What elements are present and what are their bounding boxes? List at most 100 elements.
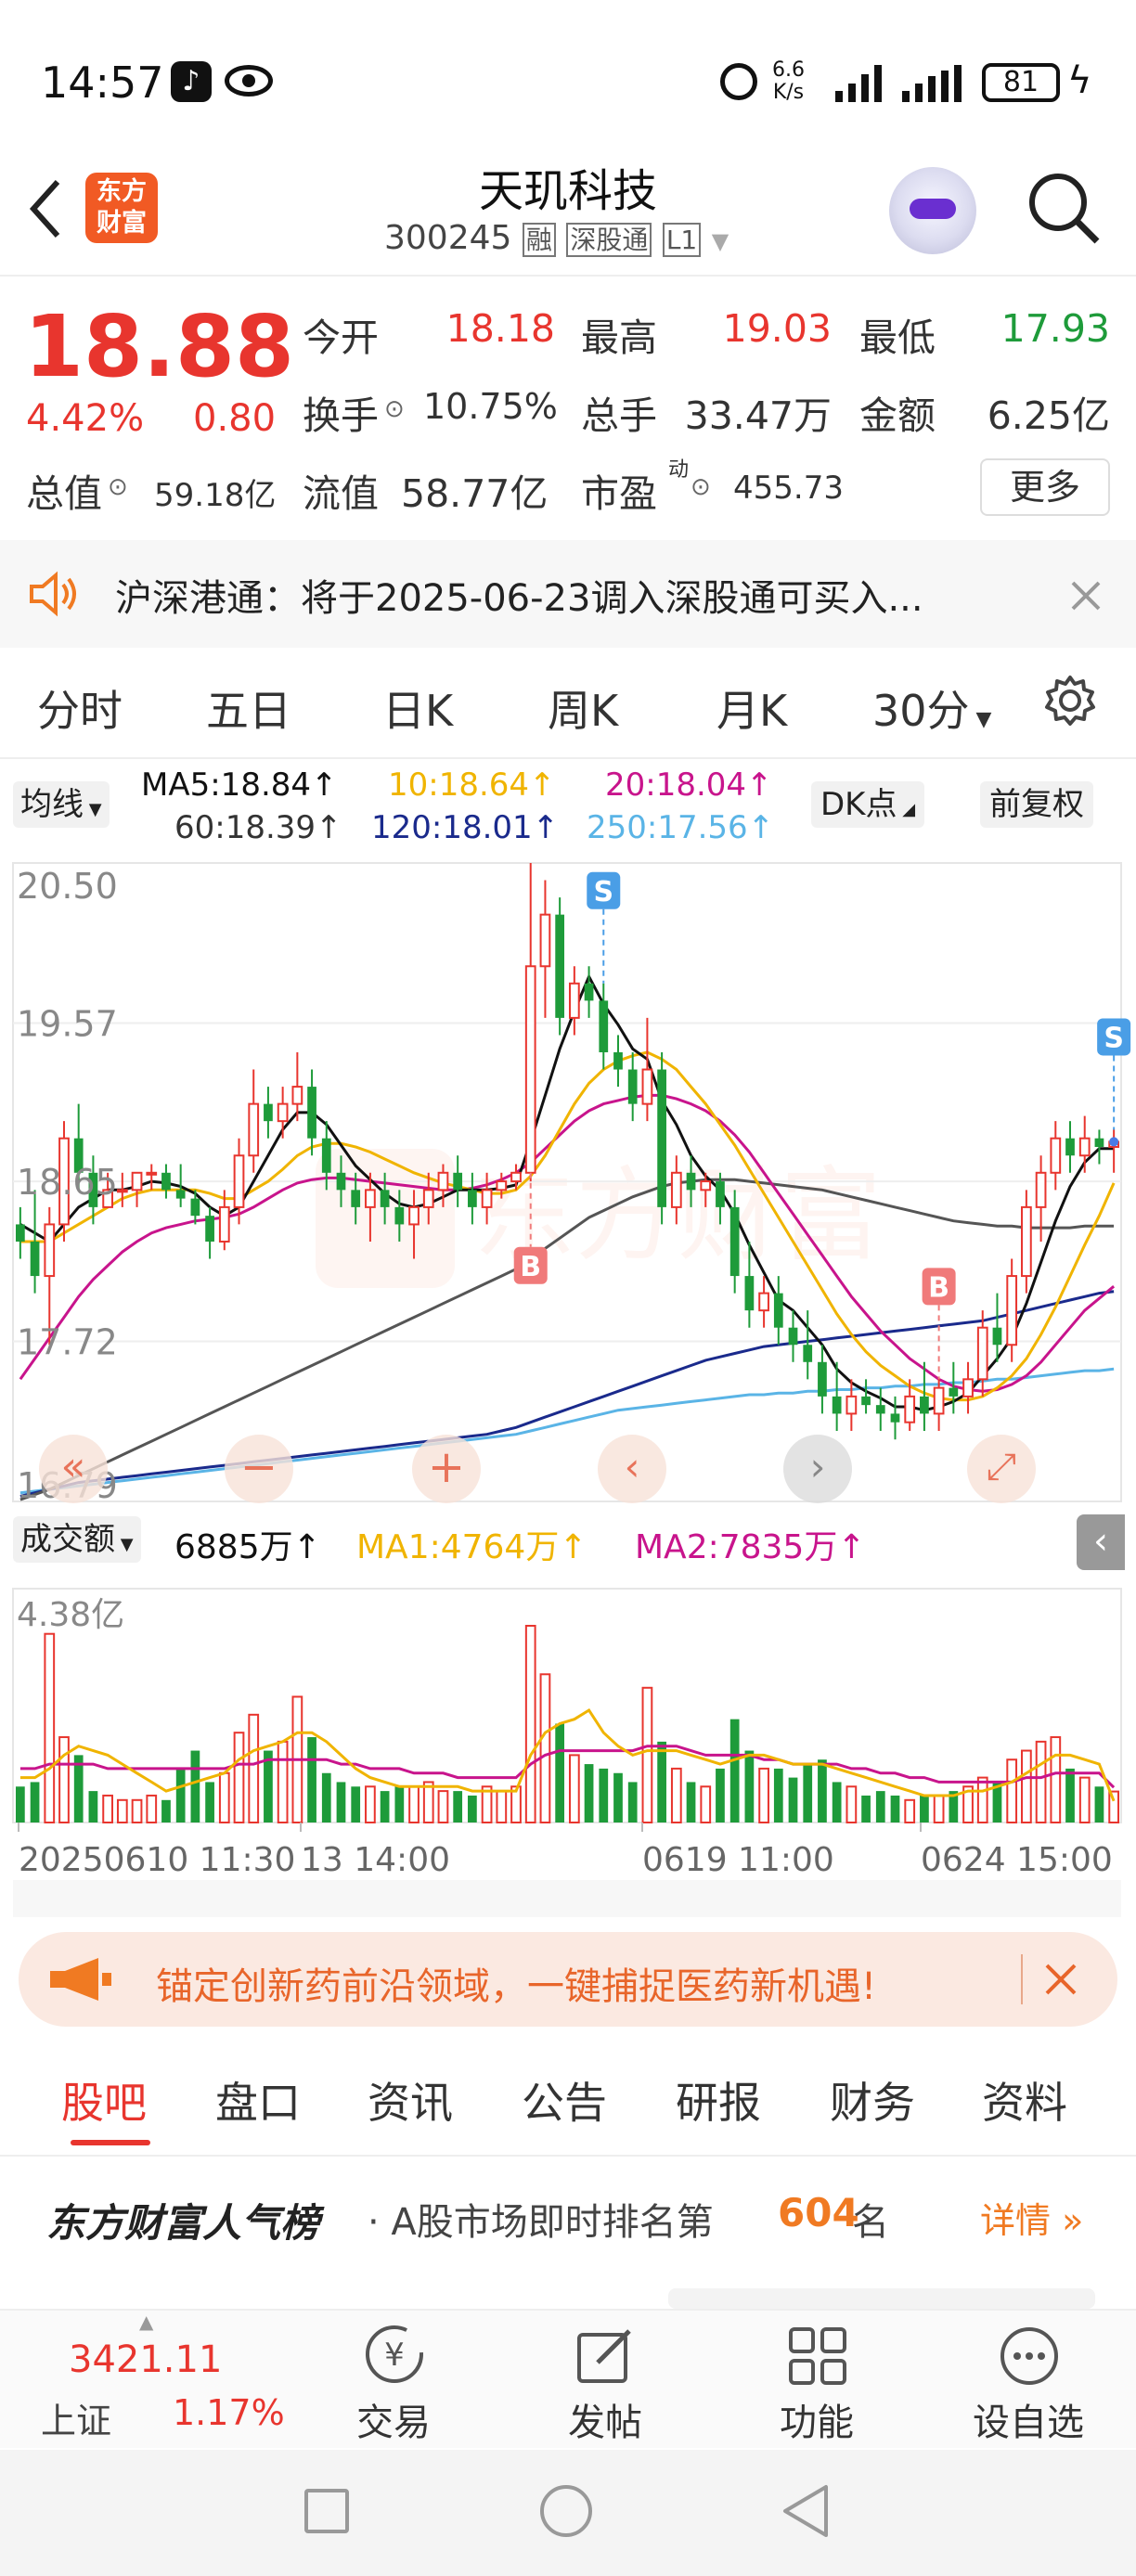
tab-fenshi[interactable]: 分时 (37, 677, 123, 739)
candle-body (657, 1069, 666, 1207)
tab-30min[interactable]: 30分 ▼ (872, 677, 991, 739)
tab-yuek[interactable]: 月K (716, 677, 787, 739)
amount-label: 金额 (859, 393, 936, 438)
info-icon[interactable]: ⊙ (384, 395, 405, 423)
volume-bar (1078, 1776, 1091, 1823)
back-nav-icon[interactable] (780, 2483, 832, 2539)
volume-bar (670, 1767, 682, 1823)
ad-close-icon[interactable] (1043, 1962, 1078, 1997)
volume-ma2: MA2:7835万↑ (635, 1528, 866, 1566)
candle-body (336, 1172, 346, 1191)
recent-apps-icon[interactable] (304, 2489, 349, 2533)
tab-gonggao[interactable]: 公告 (522, 2069, 607, 2131)
mktcap-label: 总值 (26, 471, 102, 516)
change-value: 0.80 (193, 397, 277, 440)
stock-code-row[interactable]: 300245 融 深股通 L1 ▼ (384, 219, 729, 257)
scroll-left-button[interactable]: ‹ (598, 1435, 666, 1503)
candle (992, 1293, 1002, 1362)
index-name[interactable]: 上证 (41, 2392, 111, 2443)
back-icon[interactable] (26, 176, 63, 241)
robot-avatar-icon[interactable] (889, 167, 976, 254)
close-icon[interactable] (1069, 579, 1103, 612)
candle (1050, 1121, 1062, 1191)
home-icon[interactable] (540, 2485, 592, 2537)
notice-bar[interactable]: 沪深港通：将于2025-06-23调入深股通可买入... (0, 540, 1136, 648)
candle-body (468, 1190, 477, 1207)
tab-guba[interactable]: 股吧 (61, 2069, 147, 2131)
tab-zhouk[interactable]: 周K (548, 677, 618, 739)
function-button[interactable]: 功能 (733, 2322, 900, 2450)
ad-text: 锚定创新药前沿领域，一键捕捉医药新机遇! (156, 1965, 877, 2008)
current-point (1109, 1137, 1119, 1147)
tab-wuri[interactable]: 五日 (206, 677, 291, 739)
tab-ziliao[interactable]: 资料 (982, 2069, 1067, 2131)
volume-bar (920, 1795, 929, 1823)
pe-info-icon[interactable]: ⊙ (691, 473, 711, 501)
volume-selector[interactable]: 成交额 ▼ (13, 1516, 141, 1563)
tab-caiwu[interactable]: 财务 (830, 2069, 915, 2131)
rank-detail-link[interactable]: 详情 » (980, 2192, 1083, 2243)
fuquan-button[interactable]: 前复权 (980, 781, 1093, 828)
index-value[interactable]: 3421.11 (69, 2338, 222, 2381)
candle (1078, 1115, 1091, 1173)
eastmoney-logo[interactable]: 东方 财富 (85, 173, 158, 243)
mktcap-value: 59.18亿 (154, 477, 277, 514)
candle (248, 1069, 260, 1173)
volume-bar (365, 1785, 376, 1824)
dk-point-button[interactable]: DK点 ◢ (811, 781, 925, 828)
candle (131, 1171, 143, 1207)
ad-banner[interactable]: 锚定创新药前沿领域，一键捕捉医药新机遇! (19, 1932, 1117, 2027)
scroll-right-button[interactable]: › (783, 1435, 852, 1503)
trade-button[interactable]: ¥ 交易 (310, 2322, 477, 2450)
candle-body (131, 1171, 143, 1191)
zoom-out-button[interactable]: − (225, 1435, 293, 1503)
candle-body (218, 1205, 230, 1243)
kline-chart[interactable]: 东方财富 SSBB 4.38亿 20250610 11:30 13 14:00 061… (0, 852, 1136, 1919)
speaker-icon (30, 571, 76, 617)
candle-body (453, 1172, 463, 1191)
collapse-panel-button[interactable]: ‹ (1077, 1514, 1125, 1570)
tab-rik[interactable]: 日K (382, 677, 453, 739)
volume-bar (1035, 1740, 1047, 1823)
tab-pankou[interactable]: 盘口 (215, 2069, 301, 2131)
zoom-out-far-button[interactable]: « (39, 1435, 108, 1503)
volume-bar (205, 1782, 214, 1823)
more-button[interactable]: 更多 (980, 458, 1110, 516)
candle-body (175, 1190, 186, 1199)
pull-up-icon[interactable]: ▲ (139, 2311, 153, 2333)
ma5-value: MA5:18.84↑ (141, 766, 338, 804)
volume-value: 33.47万 (684, 393, 832, 438)
popularity-rank[interactable]: 东方财富人气榜 · A股市场即时排名第 604 名 详情 » (0, 2157, 1136, 2309)
mktcap-info-icon[interactable]: ⊙ (108, 473, 128, 501)
kline-svg[interactable]: 东方财富 SSBB 4.38亿20250610 11:30 13 14:00 061… (0, 852, 1136, 1919)
fullscreen-icon[interactable]: ⤢ (967, 1435, 1036, 1503)
candle-body (568, 982, 580, 1019)
candle-body (205, 1216, 214, 1242)
index-change[interactable]: 1.17% (173, 2392, 285, 2433)
candle (788, 1310, 798, 1362)
tag-sgt: 深股通 (566, 223, 652, 257)
candle-body (422, 1189, 434, 1208)
ma-selector[interactable]: 均线 ▼ (13, 781, 110, 828)
zoom-in-button[interactable]: + (412, 1435, 481, 1503)
candle (1094, 1129, 1104, 1165)
candle-body (1065, 1138, 1075, 1156)
settings-gear-icon[interactable] (1043, 674, 1097, 728)
tab-yanbao[interactable]: 研报 (676, 2069, 761, 2131)
tab-zixun[interactable]: 资讯 (368, 2069, 453, 2131)
volume-bar (729, 1719, 740, 1823)
more-dots-icon (1000, 2327, 1058, 2385)
post-button[interactable]: 发帖 (522, 2322, 689, 2450)
candle-body (510, 1171, 522, 1183)
pe-label: 市盈 (581, 471, 657, 516)
candle-body (539, 913, 551, 968)
volume-bar (336, 1782, 346, 1823)
stock-header: 东方 财富 天玑科技 300245 融 深股通 L1 ▼ (0, 139, 1136, 277)
notice-text: 沪深港通：将于2025-06-23调入深股通可买入... (115, 577, 923, 620)
high-value: 19.03 (722, 306, 832, 351)
candle (818, 1345, 827, 1414)
volume-bar (468, 1795, 477, 1823)
search-icon[interactable] (1025, 169, 1103, 247)
volume-bar (218, 1771, 230, 1824)
add-watchlist-button[interactable]: 设自选 (945, 2322, 1112, 2450)
